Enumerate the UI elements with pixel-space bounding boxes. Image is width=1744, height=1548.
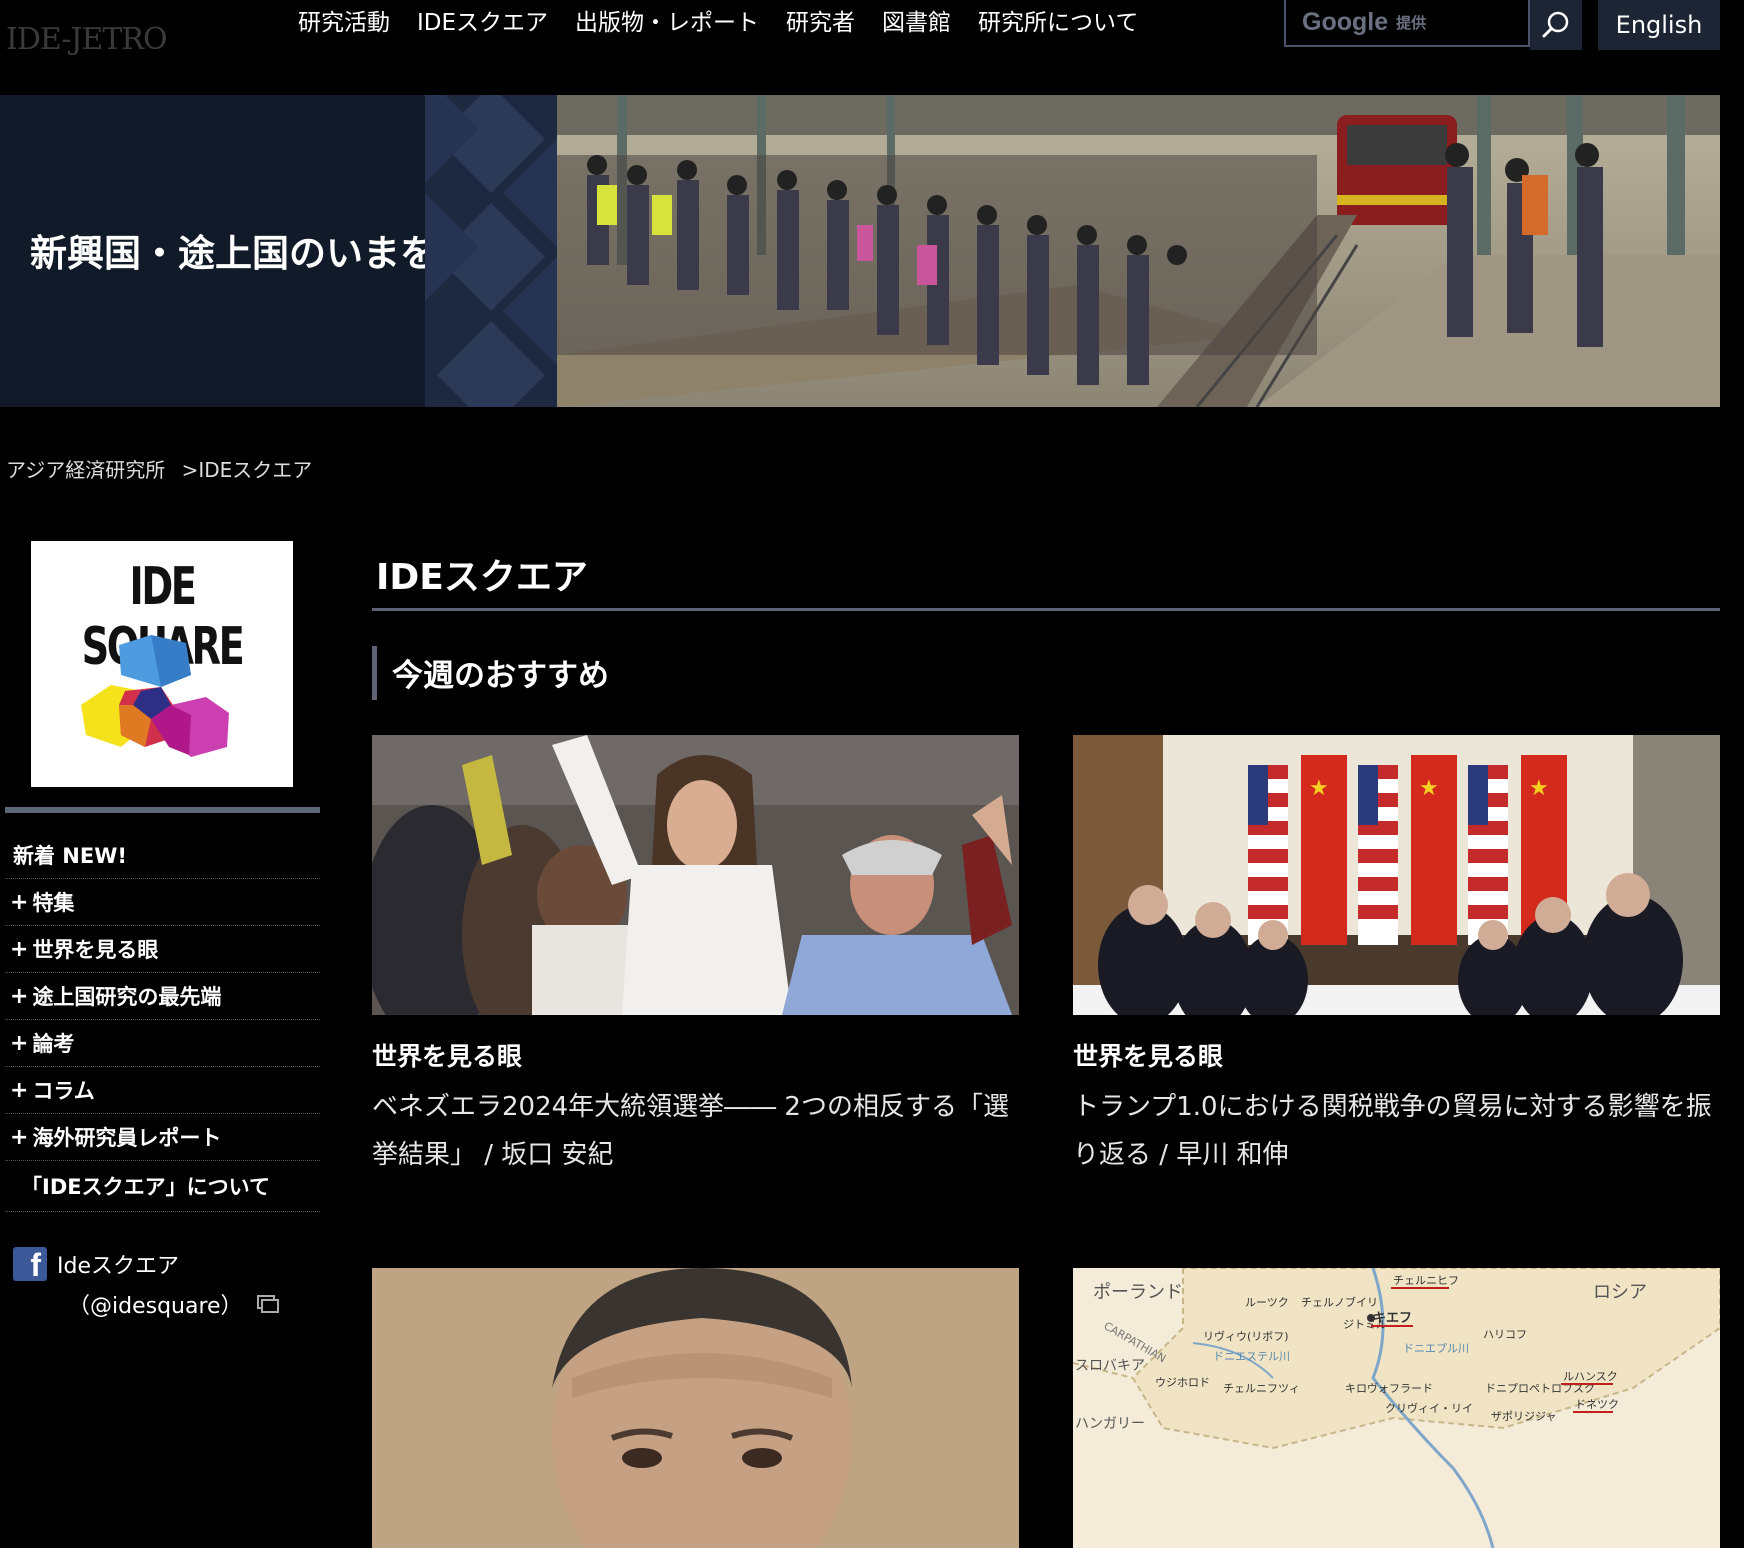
hero-photo-train-station	[557, 95, 1720, 407]
search-input[interactable]: Google 提供	[1284, 0, 1530, 47]
facebook-label: Ideスクエア	[57, 1254, 179, 1279]
article-title[interactable]: トランプ1.0における関税戦争の貿易に対する影響を振り返る / 早川 和伸	[1073, 1083, 1720, 1179]
article-category[interactable]: 世界を見る眼	[372, 1037, 1019, 1073]
sidebar-item-label: 新着 NEW!	[13, 844, 127, 868]
sidebar-item-new[interactable]: 新着 NEW!	[5, 832, 320, 879]
nav-library[interactable]: 図書館	[882, 6, 951, 40]
search-icon	[1542, 11, 1569, 38]
svg-text:★: ★	[1309, 776, 1329, 801]
breadcrumb: アジア経済研究所 >IDEスクエア	[6, 454, 312, 483]
plus-icon: +	[10, 889, 29, 915]
facebook-handle-text: （@idesquare）	[68, 1294, 243, 1319]
nav-ide-square[interactable]: IDEスクエア	[417, 6, 548, 40]
svg-text:チェルノブイリ: チェルノブイリ	[1301, 1295, 1378, 1309]
article-image-ukraine-map[interactable]: ポーランド ロシア スロバキア ハンガリー ルーツク チェルノブイリ チェルニヒ…	[1073, 1268, 1720, 1548]
global-nav: 研究活動 IDEスクエア 出版物・レポート 研究者 図書館 研究所について	[298, 6, 1165, 40]
sidebar-divider	[5, 807, 320, 813]
external-window-icon	[256, 1295, 279, 1313]
sidebar-item-label: 途上国研究の最先端	[32, 985, 222, 1009]
svg-text:ハリコフ: ハリコフ	[1483, 1328, 1527, 1341]
svg-text:ポーランド: ポーランド	[1093, 1282, 1183, 1303]
hero-banner: 新興国・途上国のいまを知る	[0, 95, 1720, 407]
article-card[interactable]: 世界を見る眼 ベネズエラ2024年大統領選挙―― 2つの相反する「選挙結果」 /…	[372, 735, 1019, 1179]
svg-text:リヴィウ(リボフ): リヴィウ(リボフ)	[1203, 1329, 1289, 1343]
sidebar-item-essays[interactable]: + 論考	[5, 1020, 320, 1067]
sidebar-menu: 新着 NEW! + 特集 + 世界を見る眼 + 途上国研究の最先端 + 論考 +…	[5, 832, 320, 1212]
sidebar-item-label: 海外研究員レポート	[32, 1126, 222, 1150]
facebook-handle[interactable]: （@idesquare）	[68, 1288, 279, 1320]
nav-about[interactable]: 研究所について	[978, 6, 1138, 40]
sidebar-item-features[interactable]: + 特集	[5, 879, 320, 926]
svg-text:チェルニフツィ: チェルニフツィ	[1223, 1382, 1300, 1395]
plus-icon: +	[10, 1077, 29, 1103]
svg-text:ウジホロド: ウジホロド	[1155, 1376, 1210, 1389]
article-image-venezuela-rally[interactable]	[372, 735, 1019, 1015]
facebook-icon: f	[13, 1247, 47, 1283]
sidebar-item-columns[interactable]: + コラム	[5, 1067, 320, 1114]
sidebar-item-frontier-research[interactable]: + 途上国研究の最先端	[5, 973, 320, 1020]
section-title: 今週のおすすめ	[392, 658, 609, 694]
svg-text:★: ★	[1419, 776, 1439, 801]
svg-text:ロシア: ロシア	[1593, 1282, 1647, 1303]
article-card[interactable]: ポーランド ロシア スロバキア ハンガリー ルーツク チェルノブイリ チェルニヒ…	[1073, 1268, 1720, 1548]
google-brand: Google	[1302, 8, 1389, 36]
nav-research[interactable]: 研究活動	[298, 6, 390, 40]
svg-text:ハンガリー: ハンガリー	[1075, 1416, 1145, 1432]
sidebar-item-about[interactable]: 「IDEスクエア」について	[5, 1161, 320, 1212]
breadcrumb-separator: >	[181, 458, 199, 482]
article-title[interactable]: ベネズエラ2024年大統領選挙―― 2つの相反する「選挙結果」 / 坂口 安紀	[372, 1083, 1019, 1179]
svg-text:ルーツク: ルーツク	[1245, 1296, 1289, 1309]
page-title: IDEスクエア	[376, 557, 588, 598]
svg-text:ドニエステル川: ドニエステル川	[1213, 1350, 1290, 1363]
svg-text:ルハンスク: ルハンスク	[1563, 1370, 1618, 1383]
plus-icon: +	[10, 983, 29, 1009]
sidebar-item-label: 「IDEスクエア」について	[21, 1175, 270, 1199]
search-provided-label: 提供	[1396, 14, 1427, 32]
title-divider	[372, 608, 1720, 611]
svg-text:スロバキア: スロバキア	[1075, 1358, 1145, 1374]
sidebar-item-world-view[interactable]: + 世界を見る眼	[5, 926, 320, 973]
search-button[interactable]	[1530, 0, 1582, 50]
svg-text:キエフ: キエフ	[1373, 1311, 1412, 1326]
plus-icon: +	[10, 1030, 29, 1056]
plus-icon: +	[10, 1124, 29, 1150]
section-accent-bar	[372, 646, 377, 700]
sidebar-item-overseas-reports[interactable]: + 海外研究員レポート	[5, 1114, 320, 1161]
hero-diamond-pattern	[425, 95, 557, 407]
svg-text:ドニエプル川: ドニエプル川	[1403, 1342, 1469, 1355]
sidebar-item-label: コラム	[32, 1079, 95, 1103]
cube-graphic-icon	[81, 635, 229, 757]
sidebar-item-label: 特集	[32, 891, 75, 915]
article-card[interactable]: ★ ★ ★ 世界を見る眼 トランプ1.0における関税戦争の貿易に対する影響を振り…	[1073, 735, 1720, 1179]
nav-publications[interactable]: 出版物・レポート	[575, 6, 759, 40]
svg-text:チェルニヒフ: チェルニヒフ	[1393, 1274, 1459, 1287]
article-image-portrait[interactable]	[372, 1268, 1019, 1548]
plus-icon: +	[10, 936, 29, 962]
nav-researchers[interactable]: 研究者	[786, 6, 855, 40]
article-image-trade-talks[interactable]: ★ ★ ★	[1073, 735, 1720, 1015]
svg-text:ザポリジジャ: ザポリジジャ	[1491, 1410, 1556, 1423]
article-category[interactable]: 世界を見る眼	[1073, 1037, 1720, 1073]
ide-square-logo[interactable]: IDE SQUARE	[31, 541, 293, 787]
svg-text:クリヴィイ・リイ: クリヴィイ・リイ	[1385, 1401, 1473, 1415]
breadcrumb-current: IDEスクエア	[198, 458, 313, 482]
english-button[interactable]: English	[1598, 0, 1720, 50]
svg-text:★: ★	[1529, 776, 1549, 801]
sidebar-item-label: 世界を見る眼	[32, 938, 159, 962]
sidebar-item-label: 論考	[32, 1032, 75, 1056]
svg-text:ドネツク: ドネツク	[1575, 1398, 1619, 1411]
site-logo[interactable]: IDE-JETRO	[6, 22, 168, 57]
article-card[interactable]	[372, 1268, 1019, 1548]
svg-text:キロヴォフラード: キロヴォフラード	[1345, 1381, 1433, 1395]
breadcrumb-home[interactable]: アジア経済研究所	[6, 458, 165, 482]
facebook-link[interactable]: f Ideスクエア	[13, 1247, 179, 1283]
